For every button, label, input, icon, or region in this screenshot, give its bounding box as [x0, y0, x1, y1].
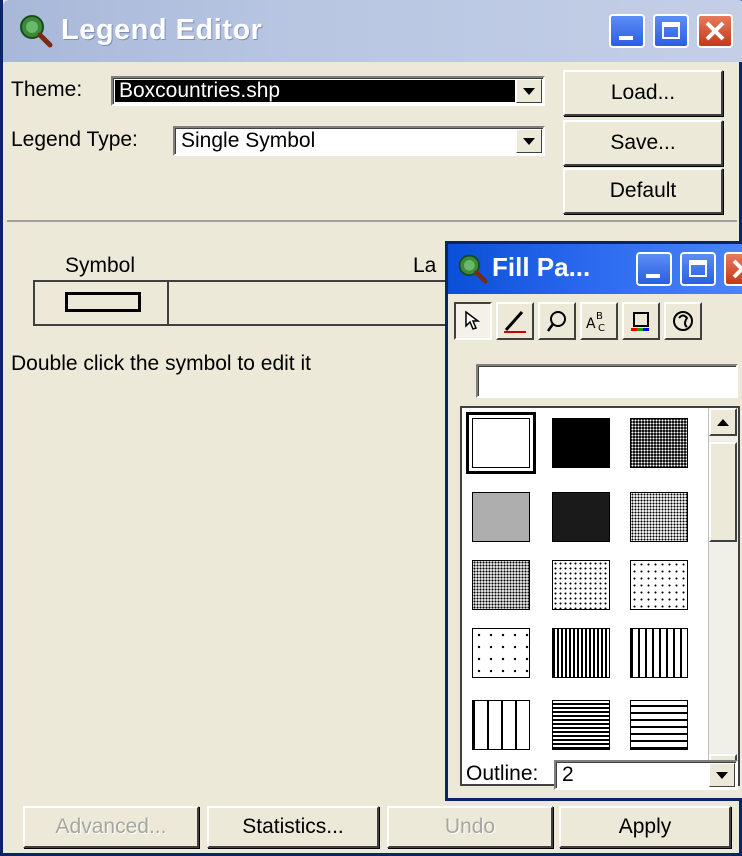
separator [7, 220, 737, 222]
chevron-down-icon [716, 771, 728, 779]
maximize-icon [662, 22, 680, 39]
marker-tool-button[interactable] [538, 302, 576, 340]
palette-manager-button[interactable] [664, 302, 702, 340]
pattern-swatch-grid-dots[interactable] [472, 628, 530, 678]
pattern-grid [460, 406, 740, 786]
column-divider [167, 282, 169, 324]
legend-editor-titlebar[interactable]: Legend Editor [3, 0, 742, 62]
maximize-icon [689, 260, 707, 277]
text-font-icon: A BC [586, 311, 605, 334]
close-icon [705, 21, 725, 41]
apply-button[interactable]: Apply [559, 806, 731, 848]
minimize-button[interactable] [609, 14, 645, 48]
outline-dropdown-arrow[interactable] [709, 763, 735, 787]
theme-dropdown[interactable]: Boxcountries.shp [111, 76, 545, 106]
globe-magnifier-icon [458, 254, 488, 284]
label-column-header: La [413, 254, 437, 277]
symbol-swatch[interactable] [65, 292, 141, 312]
pattern-swatch-medium-dots[interactable] [552, 492, 610, 542]
color-icon [631, 312, 649, 331]
pattern-swatch-very-sparse-dots[interactable] [630, 560, 688, 610]
palette-manager-icon [673, 311, 693, 331]
chevron-down-icon [523, 137, 535, 145]
outline-value: 2 [562, 763, 574, 786]
color-tool-button[interactable] [622, 302, 660, 340]
pattern-swatch-fine-dots[interactable] [630, 492, 688, 542]
load-button[interactable]: Load... [563, 70, 723, 116]
fill-tool-button[interactable] [454, 302, 492, 340]
symbol-column-header: Symbol [65, 254, 136, 277]
text-tool-button[interactable]: ABC [580, 302, 618, 340]
minimize-icon [646, 274, 660, 278]
pattern-swatch-horizontal-lines[interactable] [630, 700, 688, 750]
minimize-icon [619, 36, 633, 40]
edit-hint: Double click the symbol to edit it [11, 352, 311, 375]
default-button[interactable]: Default [563, 168, 723, 214]
legend-type-value: Single Symbol [181, 129, 316, 152]
statistics-button[interactable]: Statistics... [207, 806, 379, 848]
pen-tool-button[interactable] [496, 302, 534, 340]
theme-dropdown-arrow[interactable] [516, 79, 542, 103]
window-title: Legend Editor [61, 14, 263, 46]
scroll-thumb[interactable] [709, 442, 737, 542]
outline-dropdown[interactable]: 2 [554, 760, 738, 790]
pen-icon [504, 311, 526, 333]
close-icon [732, 259, 742, 279]
pattern-swatch-hollow[interactable] [466, 412, 536, 474]
legend-type-label: Legend Type: [11, 128, 138, 151]
marker-icon [546, 311, 566, 332]
pattern-scrollbar[interactable] [708, 408, 738, 784]
palette-title: Fill Pa... [492, 252, 591, 282]
pattern-preview-field[interactable] [476, 364, 738, 398]
pattern-swatch-solid-black[interactable] [552, 418, 610, 468]
svg-text:A: A [586, 316, 596, 332]
fill-palette-window: Fill Pa... ABC Outline: 2 [445, 241, 742, 801]
fill-palette-titlebar[interactable]: Fill Pa... [448, 244, 742, 294]
legend-table-row[interactable] [33, 280, 453, 326]
pattern-swatch-light-dots[interactable] [472, 560, 530, 610]
palette-maximize-button[interactable] [680, 252, 716, 286]
pattern-swatch-sparse-dots[interactable] [552, 560, 610, 610]
legend-type-dropdown-arrow[interactable] [516, 129, 542, 153]
advanced-button[interactable]: Advanced... [23, 806, 199, 848]
save-button[interactable]: Save... [563, 120, 723, 166]
legend-type-dropdown[interactable]: Single Symbol [173, 126, 545, 156]
scroll-up-button[interactable] [709, 408, 737, 436]
svg-text:C: C [598, 323, 605, 334]
pattern-swatch-dense-dots[interactable] [630, 418, 688, 468]
pattern-swatch-wide-vertical-lines[interactable] [472, 700, 530, 750]
pattern-swatch-dense-vertical-lines[interactable] [552, 628, 610, 678]
palette-close-button[interactable] [724, 252, 742, 286]
pattern-swatch-dense-horizontal-lines[interactable] [552, 700, 610, 750]
pattern-swatch-vertical-lines[interactable] [630, 628, 688, 678]
undo-button[interactable]: Undo [387, 806, 553, 848]
svg-text:B: B [596, 311, 603, 322]
chevron-down-icon [523, 87, 535, 95]
theme-label: Theme: [11, 78, 83, 101]
maximize-button[interactable] [653, 14, 689, 48]
fill-tool-icon [465, 310, 481, 330]
palette-minimize-button[interactable] [636, 252, 672, 286]
chevron-up-icon [717, 418, 729, 426]
globe-magnifier-icon [20, 15, 53, 48]
pattern-swatch-heavy-dots[interactable] [472, 492, 530, 542]
outline-label: Outline: [466, 762, 539, 785]
theme-value: Boxcountries.shp [119, 79, 281, 102]
close-button[interactable] [697, 14, 733, 48]
